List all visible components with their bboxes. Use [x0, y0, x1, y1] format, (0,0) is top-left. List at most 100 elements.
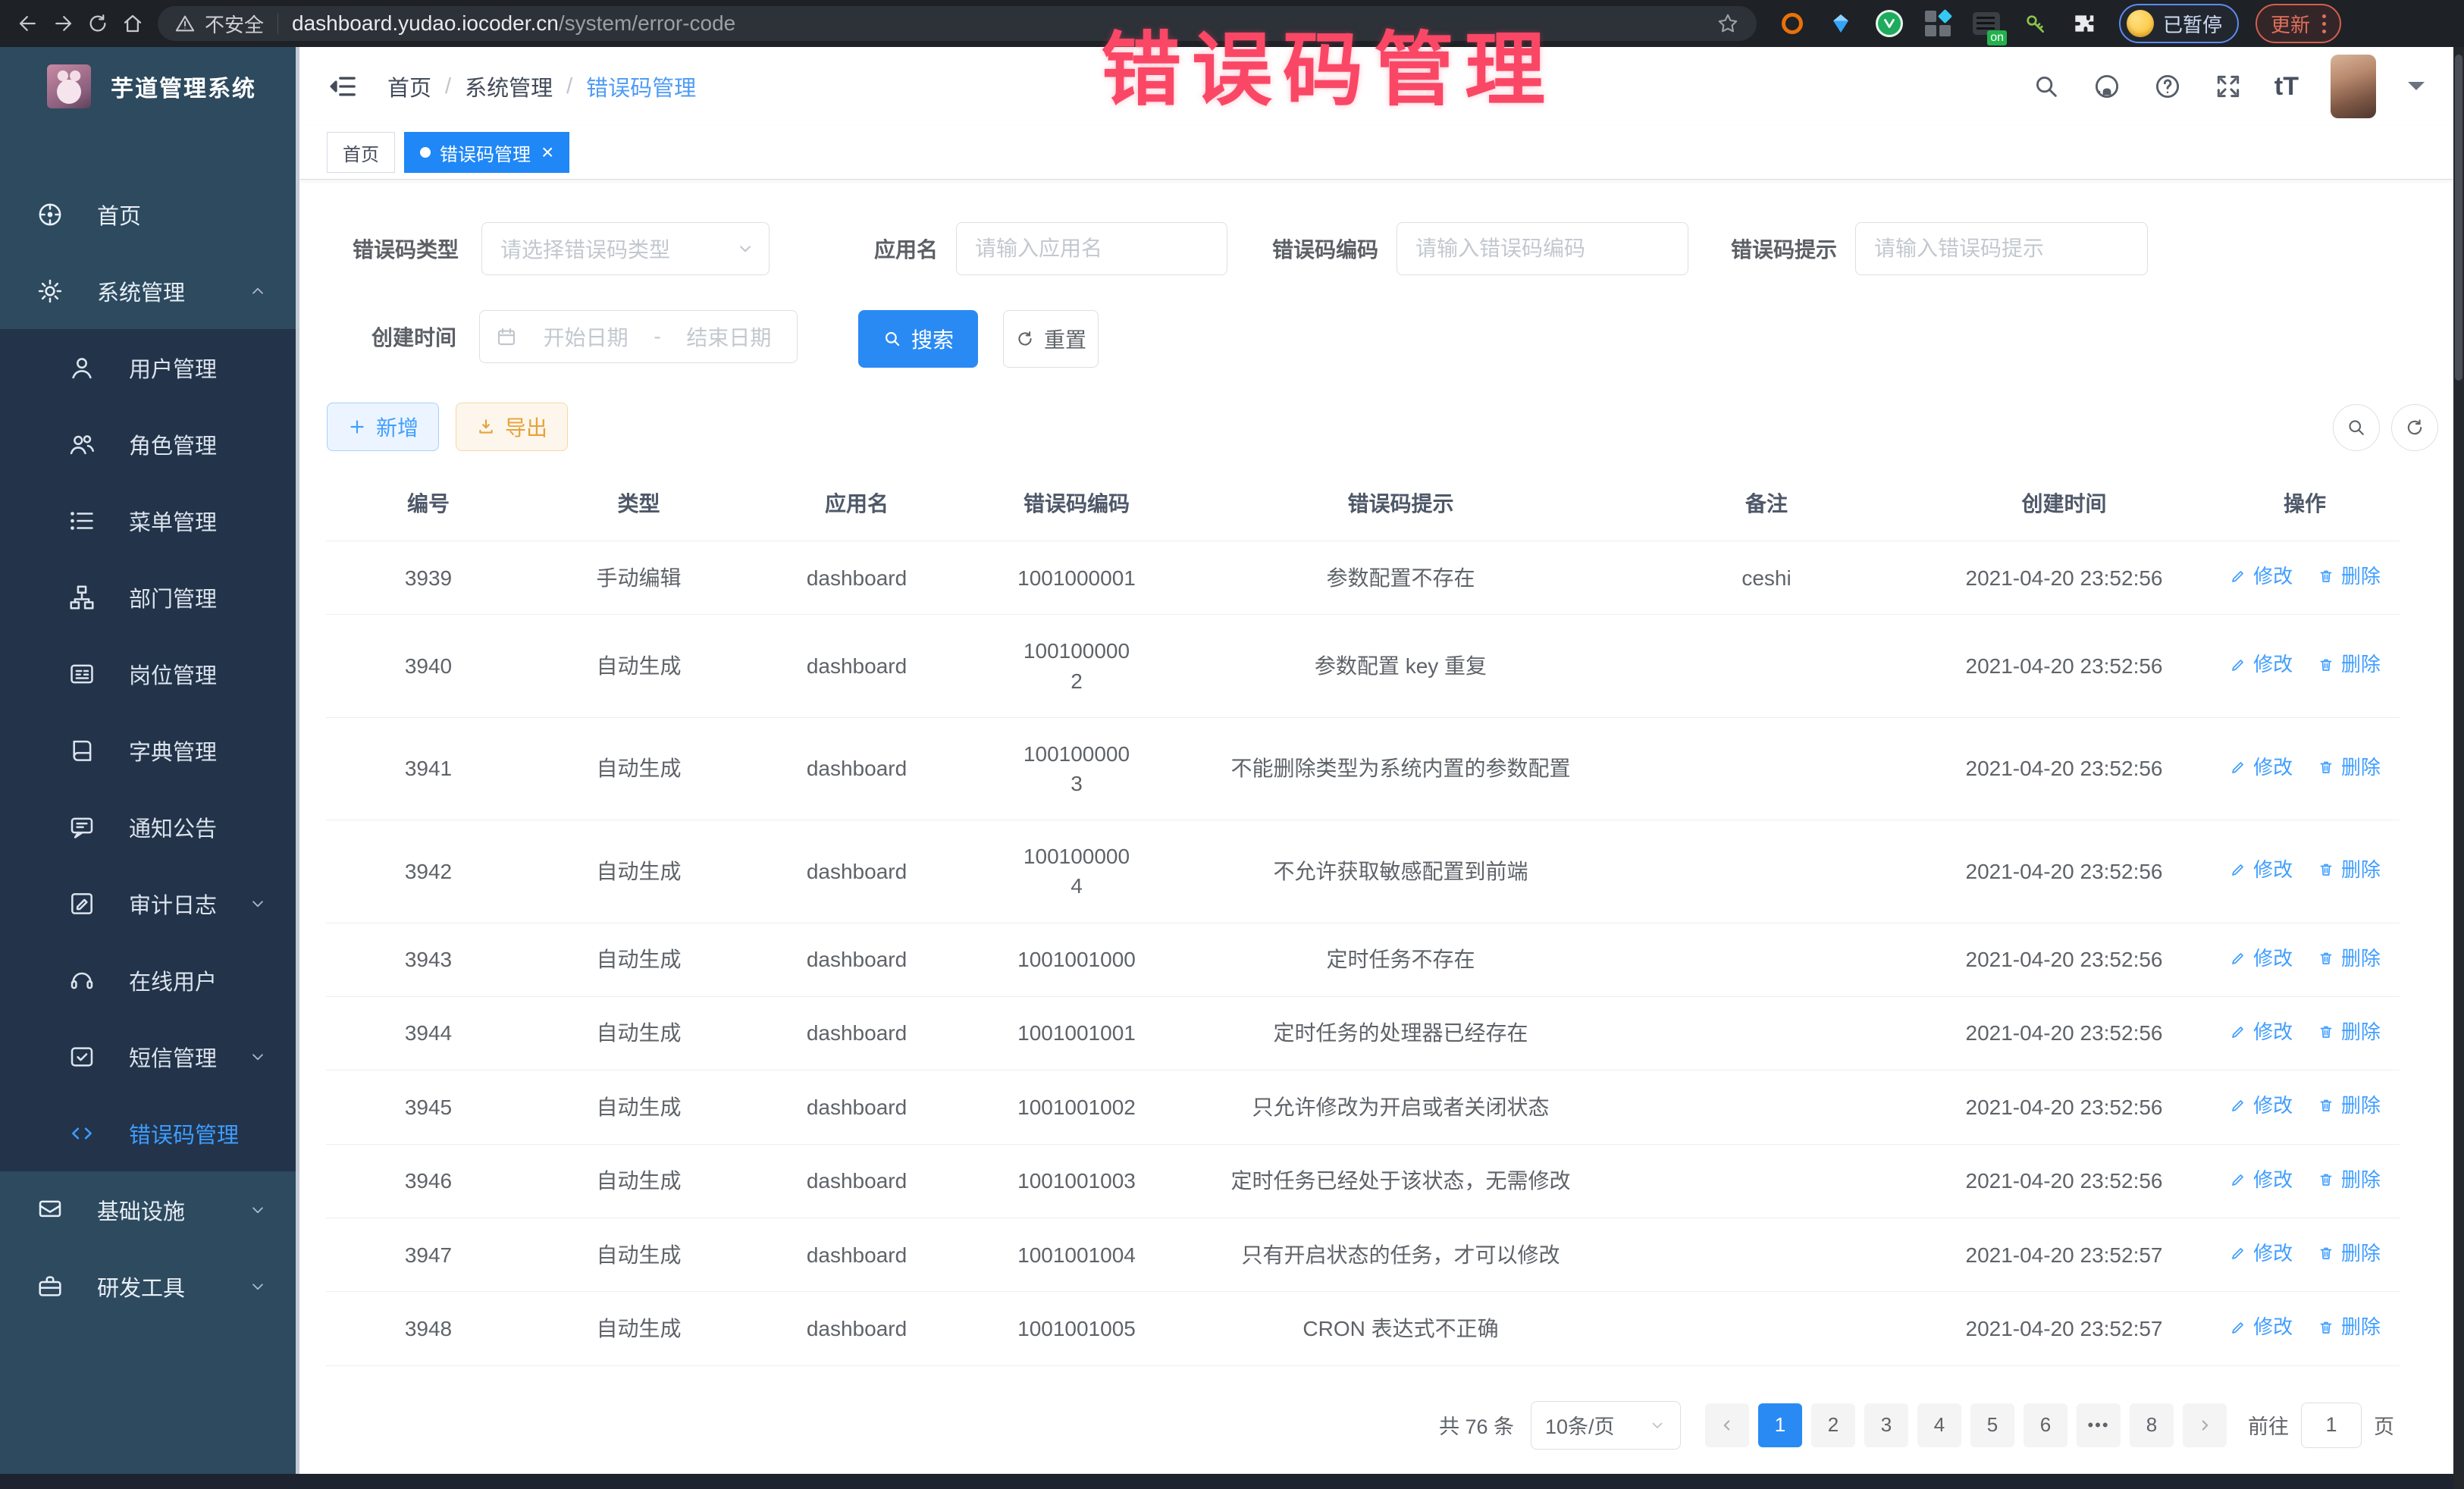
browser-home-icon[interactable] [115, 6, 150, 41]
reset-button[interactable]: 重置 [1003, 310, 1099, 368]
scrollbar-thumb[interactable] [2455, 55, 2462, 381]
cell-hint: 定时任务不存在 [1187, 923, 1615, 996]
extension-puzzle-icon[interactable] [2067, 8, 2099, 39]
goto-page-input[interactable] [2301, 1403, 2362, 1448]
hint-input[interactable] [1856, 237, 2147, 261]
github-icon[interactable] [2093, 72, 2121, 101]
extension-target-icon[interactable] [1776, 8, 1808, 39]
next-page-button[interactable] [2183, 1403, 2227, 1447]
refresh-table-button[interactable] [2391, 404, 2438, 451]
header-search-icon[interactable] [2032, 72, 2061, 101]
delete-link[interactable]: 删除 [2317, 1240, 2381, 1267]
delete-link[interactable]: 删除 [2317, 945, 2381, 972]
breadcrumb-home[interactable]: 首页 [387, 71, 431, 102]
browser-update-button[interactable]: 更新 [2256, 4, 2341, 43]
browser-menu-icon[interactable] [2322, 14, 2326, 33]
show-search-button[interactable] [2333, 404, 2380, 451]
delete-link[interactable]: 删除 [2317, 754, 2381, 781]
delete-link[interactable]: 删除 [2317, 563, 2381, 590]
edit-link[interactable]: 修改 [2229, 945, 2293, 972]
cell-hint: 参数配置 key 重复 [1187, 615, 1615, 717]
page-button-6[interactable]: 6 [2024, 1403, 2067, 1447]
breadcrumb-system[interactable]: 系统管理 [465, 71, 553, 102]
edit-link[interactable]: 修改 [2229, 650, 2293, 678]
app-input[interactable] [957, 237, 1227, 261]
page-button-•••[interactable]: ••• [2077, 1403, 2121, 1447]
edit-link[interactable]: 修改 [2229, 754, 2293, 781]
profile-paused-badge[interactable]: 已暂停 [2119, 4, 2239, 43]
extension-gem-icon[interactable] [1825, 8, 1857, 39]
sidebar-item-dictionary[interactable]: 字典管理 [0, 712, 299, 788]
page-button-4[interactable]: 4 [1917, 1403, 1961, 1447]
edit-link[interactable]: 修改 [2229, 856, 2293, 883]
edit-link[interactable]: 修改 [2229, 1166, 2293, 1193]
type-select[interactable]: 请选择错误码类型 [481, 222, 770, 275]
delete-link[interactable]: 删除 [2317, 1018, 2381, 1045]
delete-link[interactable]: 删除 [2317, 856, 2381, 883]
help-icon[interactable] [2153, 72, 2182, 101]
sidebar-item-org-tree[interactable]: 部门管理 [0, 559, 299, 635]
extension-key-icon[interactable] [2019, 8, 2051, 39]
tab-close-icon[interactable]: × [541, 142, 553, 163]
browser-back-icon[interactable] [11, 6, 45, 41]
bookmark-star-icon[interactable] [1716, 11, 1740, 36]
sidebar-item-online-users[interactable]: 在线用户 [0, 942, 299, 1018]
tab-home[interactable]: 首页 [327, 132, 395, 173]
browser-forward-icon[interactable] [45, 6, 80, 41]
edit-link[interactable]: 修改 [2229, 1240, 2293, 1267]
extension-console-icon[interactable]: on [1970, 8, 2002, 39]
sidebar-item-users[interactable]: 角色管理 [0, 406, 299, 482]
sidebar-item-dev-tools[interactable]: 研发工具 [0, 1248, 299, 1324]
sidebar-item-menu-list[interactable]: 菜单管理 [0, 482, 299, 559]
sidebar-scrollbar[interactable] [296, 47, 299, 1489]
vertical-scrollbar[interactable] [2453, 47, 2464, 1489]
sidebar-item-audit-log[interactable]: 审计日志 [0, 865, 299, 942]
end-date-placeholder[interactable]: 结束日期 [661, 321, 797, 352]
tab-error-code[interactable]: 错误码管理 × [404, 132, 569, 173]
delete-link[interactable]: 删除 [2317, 1092, 2381, 1119]
fullscreen-icon[interactable] [2214, 72, 2243, 101]
sidebar-item-sms[interactable]: 短信管理 [0, 1018, 299, 1095]
sidebar-item-user[interactable]: 用户管理 [0, 329, 299, 406]
cell-app: dashboard [747, 1292, 967, 1365]
edit-link[interactable]: 修改 [2229, 1092, 2293, 1119]
edit-link[interactable]: 修改 [2229, 563, 2293, 590]
start-date-placeholder[interactable]: 开始日期 [518, 321, 654, 352]
page-button-3[interactable]: 3 [1864, 1403, 1908, 1447]
security-label[interactable]: 不安全 [205, 10, 264, 38]
browser-reload-icon[interactable] [80, 6, 115, 41]
export-button[interactable]: 导出 [456, 403, 568, 451]
horizontal-scrollbar[interactable] [0, 1474, 2464, 1489]
code-input[interactable] [1397, 237, 1688, 261]
user-avatar[interactable] [2331, 55, 2376, 118]
cell-hint: 定时任务已经处于该状态，无需修改 [1187, 1144, 1615, 1218]
delete-link[interactable]: 删除 [2317, 1313, 2381, 1340]
breadcrumb-current[interactable]: 错误码管理 [586, 71, 696, 102]
page-button-8[interactable]: 8 [2130, 1403, 2174, 1447]
url-text[interactable]: dashboard.yudao.iocoder.cn/system/error-… [292, 11, 735, 36]
sidebar-toggle-icon[interactable] [328, 71, 359, 102]
font-size-icon[interactable]: tT [2274, 72, 2299, 102]
prev-page-button[interactable] [1705, 1403, 1749, 1447]
user-menu-caret-icon[interactable] [2408, 82, 2425, 99]
delete-link[interactable]: 删除 [2317, 650, 2381, 678]
add-button[interactable]: 新增 [327, 403, 439, 451]
page-button-2[interactable]: 2 [1811, 1403, 1855, 1447]
sidebar-item-error-code[interactable]: 错误码管理 [0, 1095, 299, 1171]
sidebar-item-announcement[interactable]: 通知公告 [0, 788, 299, 865]
page-size-select[interactable]: 10条/页 [1531, 1401, 1681, 1450]
extension-v-icon[interactable] [1873, 8, 1905, 39]
delete-link[interactable]: 删除 [2317, 1166, 2381, 1193]
search-button[interactable]: 搜索 [858, 310, 978, 368]
page-button-1[interactable]: 1 [1758, 1403, 1802, 1447]
sidebar-item-id-badge[interactable]: 岗位管理 [0, 635, 299, 712]
date-range-picker[interactable]: 开始日期 - 结束日期 [479, 310, 798, 363]
edit-link[interactable]: 修改 [2229, 1018, 2293, 1045]
sidebar-logo-row[interactable]: 芋道管理系统 [0, 47, 299, 126]
sidebar-item-gear[interactable]: 系统管理 [0, 252, 299, 329]
edit-link[interactable]: 修改 [2229, 1313, 2293, 1340]
sidebar-item-home[interactable]: 首页 [0, 176, 299, 252]
sidebar-item-infrastructure[interactable]: 基础设施 [0, 1171, 299, 1248]
extension-grid-icon[interactable] [1922, 8, 1954, 39]
page-button-5[interactable]: 5 [1970, 1403, 2014, 1447]
